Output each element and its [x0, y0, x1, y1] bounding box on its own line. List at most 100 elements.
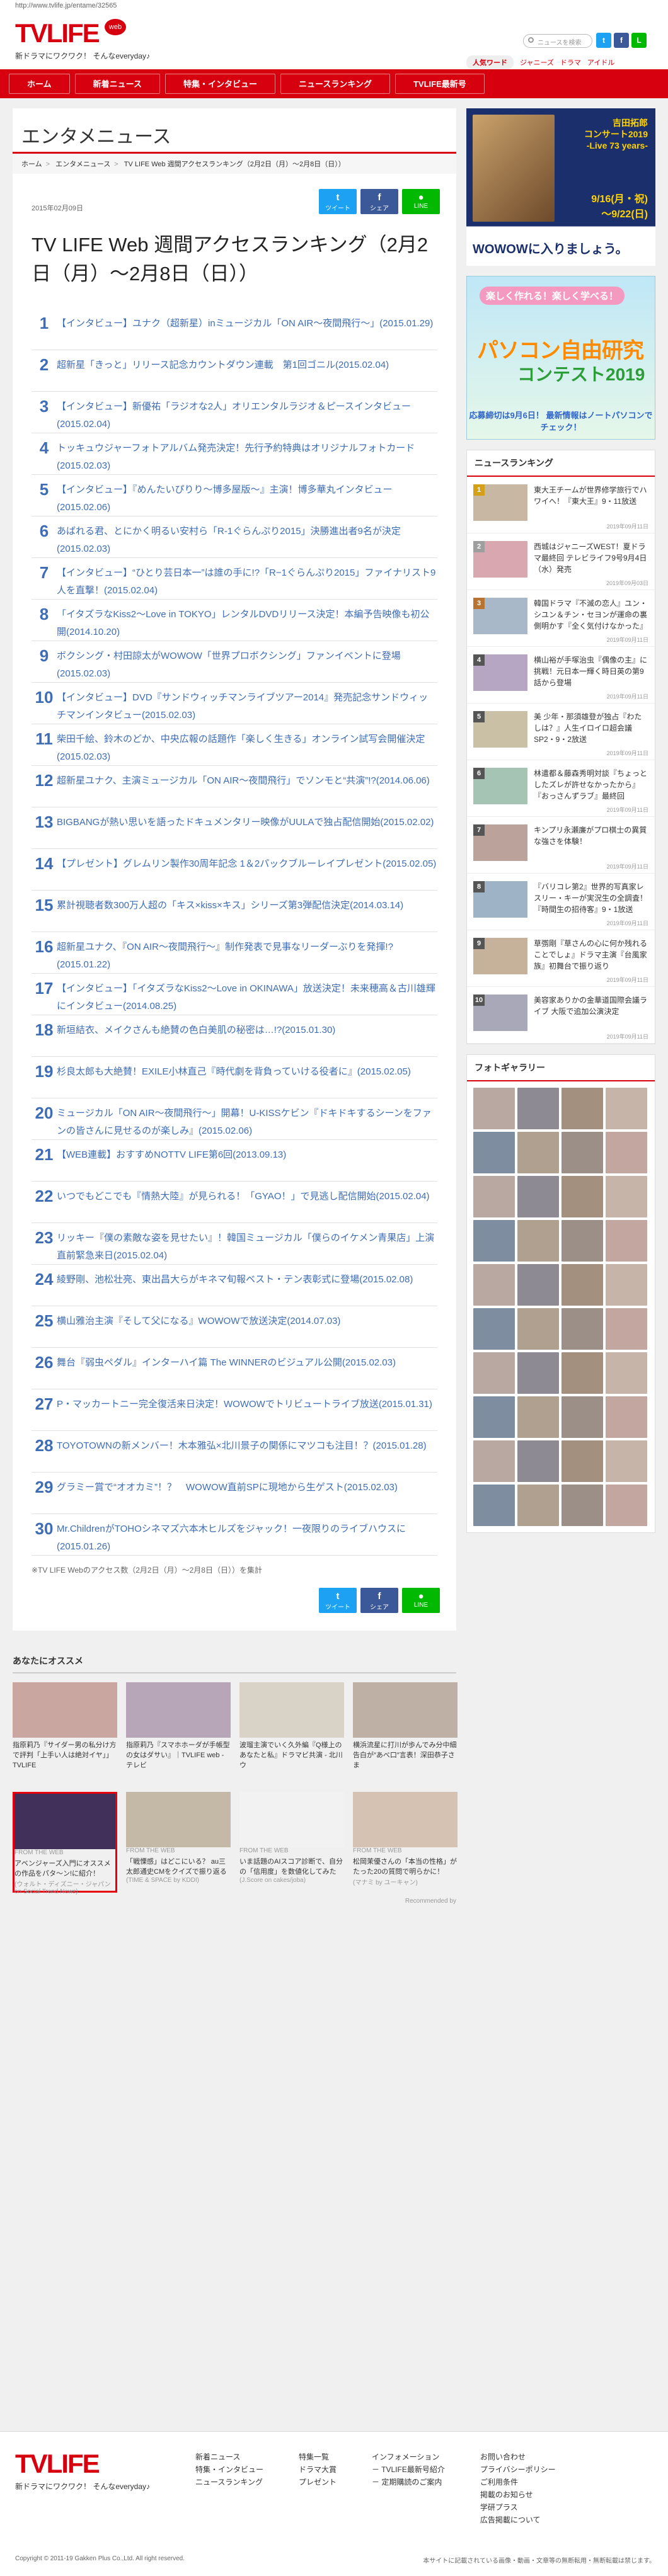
ranking-item[interactable]: 11 柴田千絵、鈴木のどか、中央広報の話題作「楽しく生きる」オンライン試写会開催決…	[32, 724, 437, 766]
ranking-item[interactable]: 25 横山雅治主演『そして父になる』WOWOWで放送決定(2014.07.03)	[32, 1306, 437, 1348]
news-thumbnail[interactable]: 1	[473, 484, 527, 521]
gallery-photo[interactable]	[606, 1485, 647, 1526]
footer-link[interactable]: 特集・インタビュー	[195, 2463, 263, 2476]
gallery-photo[interactable]	[473, 1132, 515, 1173]
footer-link[interactable]: ニュースランキング	[195, 2476, 263, 2488]
recommend-thumbnail[interactable]	[239, 1682, 344, 1738]
news-ranking-item[interactable]: 3 韓国ドラマ『不滅の恋人』ユン・シユン＆チン・セヨンが運命の裏側明かす『全く気付…	[467, 590, 655, 647]
ranking-item[interactable]: 28 TOYOTOWNの新メンバー！木本雅弘×北川景子の関係にマツコも注目！？(2…	[32, 1431, 437, 1473]
ranking-link[interactable]: グラミー賞で“オオカミ”！？ WOWOW直前SPに現地から生ゲスト(2015.0…	[57, 1478, 398, 1496]
ranking-link[interactable]: ボクシング・村田諒太がWOWOW「世界プロボクシング」ファンイベントに登場(20…	[57, 646, 437, 683]
wowow-banner[interactable]: 吉田拓郎 コンサート2019 -Live 73 years- 9/16(月・祝)…	[466, 108, 655, 266]
ranking-item[interactable]: 24 綾野剛、池松壮亮、東出昌大らがキネマ旬報ベスト・テン表彰式に登場(2015.…	[32, 1265, 437, 1306]
gallery-photo[interactable]	[517, 1220, 559, 1262]
ranking-item[interactable]: 12 超新星ユナク、主演ミュージカル「ON AIR〜夜間飛行」でソンモと“共演”!…	[32, 766, 437, 807]
ranking-link[interactable]: いつでもどこでも『情熱大陸』が見られる！「GYAO！」で見逃し配信開始(2015…	[57, 1187, 430, 1205]
ranking-link[interactable]: 綾野剛、池松壮亮、東出昌大らがキネマ旬報ベスト・テン表彰式に登場(2015.02…	[57, 1270, 413, 1289]
recommend-card[interactable]: 指原莉乃『スマホホーダが手帳型の女はダサい』｜TVLIFE web - テレビ	[126, 1682, 231, 1783]
gallery-photo[interactable]	[561, 1264, 603, 1306]
breadcrumb-home[interactable]: ホーム	[21, 161, 42, 168]
ranking-link[interactable]: リッキー『僕の素敵な姿を見せたい』！韓国ミュージカル「僕らのイケメン青果店」上演…	[57, 1228, 437, 1265]
ranking-link[interactable]: ミュージカル「ON AIR〜夜間飛行〜」開幕！U-KISSケビン『ドキドキするシ…	[57, 1103, 437, 1140]
ranking-link[interactable]: 【インタビュー】『めんたいぴりり〜博多屋版〜』主演！博多華丸インタビュー(201…	[57, 480, 437, 516]
gallery-photo[interactable]	[561, 1440, 603, 1482]
news-thumbnail[interactable]: 9	[473, 938, 527, 974]
ranking-item[interactable]: 19 杉良太郎も大絶賛！EXILE小林直己『時代劇を背負っていける役者に』(201…	[32, 1057, 437, 1098]
gallery-photo[interactable]	[473, 1264, 515, 1306]
share-twitter-button[interactable]: t ツイート	[319, 189, 357, 214]
news-ranking-link[interactable]: 西城はジャニーズWEST！夏ドラマ最終回 テレビライフ9号9月4日（水）発売	[527, 541, 648, 576]
gallery-photo[interactable]	[561, 1396, 603, 1438]
hotword-link[interactable]: アイドル	[587, 57, 614, 67]
news-ranking-link[interactable]: 『バリコレ第2』世界的写真家レスリー・キーが実況生の全調査！『時間生の招待客』9…	[527, 881, 648, 916]
ranking-link[interactable]: あばれる君、とにかく明るい安村ら「R-1ぐらんぷり2015」決勝進出者9名が決定…	[57, 521, 437, 558]
gallery-photo[interactable]	[606, 1176, 647, 1217]
contest-banner[interactable]: 楽しく作れる！楽しく学べる！ パソコン自由研究 コンテスト2019 応募締切は9…	[466, 276, 655, 440]
gallery-photo[interactable]	[517, 1352, 559, 1394]
nav-news-ranking[interactable]: ニュースランキング	[280, 74, 390, 94]
footer-link[interactable]: お問い合わせ	[480, 2451, 556, 2463]
gallery-photo[interactable]	[606, 1088, 647, 1129]
recommend-thumbnail[interactable]	[353, 1682, 458, 1738]
gallery-photo[interactable]	[606, 1308, 647, 1350]
ranking-item[interactable]: 3 【インタビュー】新優祐「ラジオな2人」オリエンタルラジオ＆ピースインタビュー(…	[32, 392, 437, 433]
ranking-link[interactable]: トッキュウジャーフォトアルバム発売決定！先行予約特典はオリジナルフォトカード(2…	[57, 438, 437, 475]
news-ranking-item[interactable]: 8 『バリコレ第2』世界的写真家レスリー・キーが実況生の全調査！『時間生の招待客』…	[467, 874, 655, 930]
ranking-item[interactable]: 29 グラミー賞で“オオカミ”！？ WOWOW直前SPに現地から生ゲスト(2015…	[32, 1473, 437, 1514]
news-ranking-item[interactable]: 2 西城はジャニーズWEST！夏ドラマ最終回 テレビライフ9号9月4日（水）発売 2…	[467, 533, 655, 590]
ranking-link[interactable]: 舞台『弱虫ペダル』インターハイ篇 The WINNERのビジュアル公開(2015…	[57, 1353, 396, 1372]
ranking-item[interactable]: 9 ボクシング・村田諒太がWOWOW「世界プロボクシング」ファンイベントに登場(2…	[32, 641, 437, 683]
recommend-title[interactable]: 「戦慄感」はどこにいる？ au三太郎通史CMをクイズで振り返る	[126, 1857, 231, 1877]
gallery-photo[interactable]	[561, 1132, 603, 1173]
hotword-link[interactable]: ドラマ	[560, 57, 581, 67]
gallery-photo[interactable]	[606, 1220, 647, 1262]
ranking-item[interactable]: 23 リッキー『僕の素敵な姿を見せたい』！韓国ミュージカル「僕らのイケメン青果店」…	[32, 1223, 437, 1265]
ranking-link[interactable]: 柴田千絵、鈴木のどか、中央広報の話題作「楽しく生きる」オンライン試写会開催決定(…	[57, 729, 437, 766]
news-ranking-link[interactable]: 美容家ありかの金華道国際会議ライブ 大阪で追加公演決定	[527, 994, 648, 1030]
news-thumbnail[interactable]: 4	[473, 654, 527, 691]
hotword-link[interactable]: ジャニーズ	[520, 57, 554, 67]
footer-link[interactable]: プレゼント	[299, 2476, 337, 2488]
recommend-title[interactable]: いま話題のAIスコア診断で、自分の「信用度」を数値化してみた	[239, 1857, 344, 1877]
gallery-photo[interactable]	[473, 1176, 515, 1217]
news-thumbnail[interactable]: 8	[473, 881, 527, 918]
nav-latest-news[interactable]: 新着ニュース	[74, 74, 160, 94]
recommend-card[interactable]: FROM THE WEB 「戦慄感」はどこにいる？ au三太郎通史CMをクイズで振…	[126, 1792, 231, 1893]
recommend-thumbnail[interactable]	[239, 1792, 344, 1847]
recommend-thumbnail[interactable]	[353, 1792, 458, 1847]
ranking-item[interactable]: 22 いつでもどこでも『情熱大陸』が見られる！「GYAO！」で見逃し配信開始(20…	[32, 1182, 437, 1223]
news-ranking-link[interactable]: 東大王チームが世界修学旅行でハワイへ！『東大王』9・11放送	[527, 484, 648, 520]
share-facebook-button[interactable]: f シェア	[360, 1588, 398, 1613]
footer-link[interactable]: 特集一覧	[299, 2451, 337, 2463]
recommend-title[interactable]: 指原莉乃『サイダー男の私分け方で評判「上手い人は絶対イヤ」」TVLIFE	[13, 1740, 117, 1770]
gallery-photo[interactable]	[561, 1220, 603, 1262]
gallery-photo[interactable]	[517, 1176, 559, 1217]
gallery-photo[interactable]	[517, 1440, 559, 1482]
ranking-item[interactable]: 1 【インタビュー】ユナク（超新星）inミュージカル「ON AIR〜夜間飛行〜」(…	[32, 309, 437, 350]
ranking-item[interactable]: 7 【インタビュー】“ひとり芸日本一”は誰の手に!?「R−1ぐらんぷり2015」フ…	[32, 558, 437, 600]
ranking-item[interactable]: 18 新垣結衣、メイクさんも絶賛の色白美肌の秘密は…!?(2015.01.30)	[32, 1015, 437, 1057]
ranking-item[interactable]: 10 【インタビュー】DVD『サンドウィッチマンライブツアー2014』発売記念サン…	[32, 683, 437, 724]
ranking-item[interactable]: 4 トッキュウジャーフォトアルバム発売決定！先行予約特典はオリジナルフォトカード(…	[32, 433, 437, 475]
ranking-item[interactable]: 16 超新星ユナク、『ON AIR〜夜間飛行〜』制作発表で見事なリーダーぶりを発揮…	[32, 932, 437, 974]
ranking-link[interactable]: BIGBANGが熱い思いを語ったドキュメンタリー映像がUULAで独占配信開始(2…	[57, 812, 434, 831]
news-ranking-link[interactable]: 美 少年・那須雄登が独占『わたしは？』人生イロイロ超会議SP2・9・2放送	[527, 711, 648, 746]
footer-link[interactable]: インフォメーション	[372, 2451, 445, 2463]
ranking-link[interactable]: 【インタビュー】“ひとり芸日本一”は誰の手に!?「R−1ぐらんぷり2015」ファ…	[57, 563, 437, 600]
gallery-photo[interactable]	[517, 1132, 559, 1173]
recommend-title[interactable]: 松岡茉優さんの「本当の性格」がたった20の質問で明らかに！	[353, 1857, 458, 1877]
ranking-item[interactable]: 27 P・マッカートニー完全復活来日決定！WOWOWでトリビュートライブ放送(20…	[32, 1389, 437, 1431]
news-ranking-item[interactable]: 10 美容家ありかの金華道国際会議ライブ 大阪で追加公演決定 2019年09月11日	[467, 987, 655, 1044]
recommended-by[interactable]: Recommended by	[13, 1898, 456, 1905]
footer-link[interactable]: － TVLIFE最新号紹介	[372, 2463, 445, 2476]
recommend-card[interactable]: FROM THE WEB アベンジャーズ入門にオススメの作品をパタ〜ン!に紹介！ (…	[13, 1792, 117, 1895]
gallery-photo[interactable]	[561, 1485, 603, 1526]
footer-link[interactable]: 新着ニュース	[195, 2451, 263, 2463]
news-ranking-item[interactable]: 5 美 少年・那須雄登が独占『わたしは？』人生イロイロ超会議SP2・9・2放送 20…	[467, 704, 655, 760]
recommend-card[interactable]: 指原莉乃『サイダー男の私分け方で評判「上手い人は絶対イヤ」」TVLIFE	[13, 1682, 117, 1783]
search-input[interactable]: ニュースを検索	[523, 34, 592, 48]
ranking-link[interactable]: TOYOTOWNの新メンバー！木本雅弘×北川景子の関係にマツコも注目！？(201…	[57, 1436, 427, 1455]
recommend-thumbnail[interactable]	[126, 1792, 231, 1847]
news-thumbnail[interactable]: 5	[473, 711, 527, 748]
news-thumbnail[interactable]: 2	[473, 541, 527, 578]
